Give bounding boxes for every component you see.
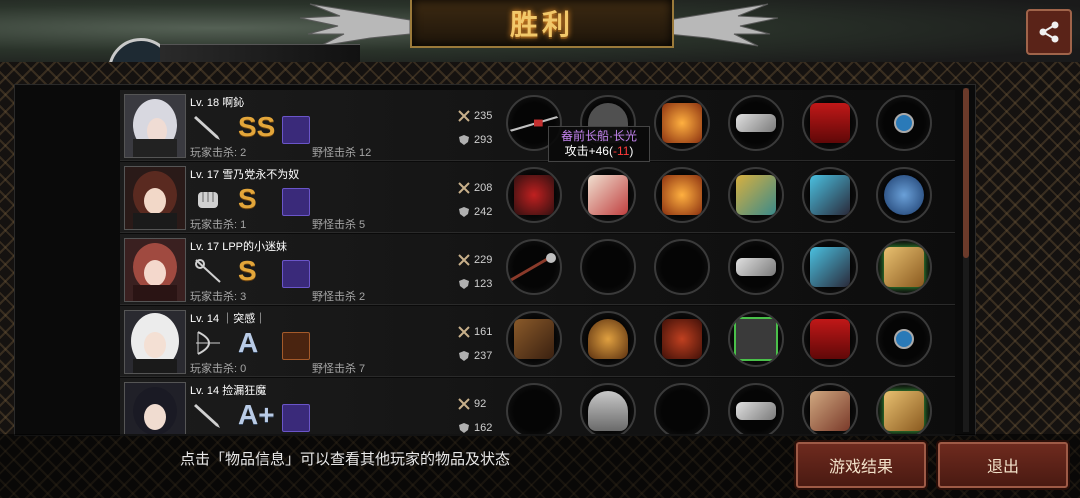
- rank-badge: A: [238, 327, 259, 358]
- item-slot-armor[interactable]: [654, 311, 710, 367]
- item-slot-weapon[interactable]: [506, 167, 562, 223]
- attack-icon: [458, 110, 470, 122]
- pet-icon: [282, 116, 310, 144]
- item-slot-helmet[interactable]: [580, 383, 636, 434]
- pet-icon: [282, 404, 310, 432]
- monster-kills: 野怪击杀 7: [312, 363, 366, 375]
- shield-icon: [459, 423, 469, 433]
- tooltip-stat: 攻击+46(-11): [564, 144, 634, 158]
- player-level-name: Lv. 17 LPP的小迷妹: [190, 241, 287, 253]
- player-row[interactable]: Lv. 14 捡漏狂魔 A+ 92 162: [120, 378, 955, 435]
- player-level-name: Lv. 14 捡漏狂魔: [190, 385, 267, 397]
- share-icon: [1039, 21, 1059, 43]
- attack-stat: 229: [458, 254, 492, 266]
- player-portrait: [124, 238, 186, 302]
- item-slot-gloves[interactable]: [728, 95, 784, 151]
- defense-stat: 123: [458, 278, 492, 290]
- player-portrait: [124, 310, 186, 374]
- sword-icon: [194, 404, 220, 428]
- share-button[interactable]: [1026, 9, 1072, 55]
- monster-kills: 野怪击杀 12: [312, 147, 372, 159]
- item-slot-accessory[interactable]: [876, 311, 932, 367]
- item-slot-chest[interactable]: [876, 239, 932, 295]
- item-tooltip: 畚前长船·长光 攻击+46(-11): [548, 126, 650, 162]
- pet-icon: [282, 332, 310, 360]
- item-slot-gloves[interactable]: [728, 167, 784, 223]
- item-slot-accessory[interactable]: [876, 95, 932, 151]
- attack-icon: [458, 182, 470, 194]
- item-slot-gloves[interactable]: [728, 311, 784, 367]
- item-slot-gloves[interactable]: [728, 239, 784, 295]
- rank-badge: S: [238, 183, 257, 214]
- item-slot-armor[interactable]: [654, 167, 710, 223]
- pet-icon: [282, 188, 310, 216]
- monster-kills: 野怪击杀 2: [312, 291, 366, 303]
- game-result-button[interactable]: 游戏结果: [796, 442, 926, 488]
- fist-icon: [198, 192, 218, 208]
- item-slot-weapon[interactable]: [506, 311, 562, 367]
- exit-button[interactable]: 退出: [938, 442, 1068, 488]
- attack-stat: 92: [458, 398, 486, 410]
- player-kills: 玩家击杀: 0: [190, 363, 247, 375]
- rapier-icon: [195, 259, 221, 283]
- item-slot-boots[interactable]: [802, 239, 858, 295]
- shield-icon: [459, 135, 469, 145]
- shield-icon: [459, 279, 469, 289]
- rank-badge: SS: [238, 111, 276, 142]
- item-slot-empty[interactable]: [580, 239, 636, 295]
- sword-icon: [194, 116, 220, 140]
- hint-text: 点击「物品信息」可以查看其他玩家的物品及状态: [180, 451, 511, 468]
- wing-decoration-right: [668, 3, 778, 47]
- player-portrait: [124, 166, 186, 230]
- attack-stat: 161: [458, 326, 492, 338]
- player-kills: 玩家击杀: 3: [190, 291, 247, 303]
- player-kills: 玩家击杀: 1: [190, 219, 247, 231]
- attack-stat: 208: [458, 182, 492, 194]
- item-slot-gloves[interactable]: [728, 383, 784, 434]
- defense-stat: 293: [458, 134, 492, 146]
- item-slot-boots[interactable]: [802, 311, 858, 367]
- player-level-name: Lv. 17 雪乃党永不为奴: [190, 169, 300, 181]
- pet-icon: [282, 260, 310, 288]
- defense-stat: 237: [458, 350, 492, 362]
- shield-icon: [459, 207, 469, 217]
- item-slot-armor[interactable]: [654, 95, 710, 151]
- item-slot-weapon[interactable]: [506, 239, 562, 295]
- attack-stat: 235: [458, 110, 492, 122]
- player-portrait: [124, 382, 186, 434]
- bow-icon: [196, 331, 220, 355]
- item-slot-boots[interactable]: [802, 95, 858, 151]
- player-kills: 玩家击杀: 2: [190, 147, 247, 159]
- page-title: 胜利: [509, 9, 574, 40]
- item-slot-empty[interactable]: [506, 383, 562, 434]
- shield-icon: [459, 351, 469, 361]
- player-portrait: [124, 94, 186, 158]
- tooltip-item-name: 畚前长船·长光: [561, 129, 637, 143]
- rank-badge: A+: [238, 399, 275, 430]
- item-slot-boots[interactable]: [802, 167, 858, 223]
- item-slot-chest[interactable]: [876, 383, 932, 434]
- monster-kills: 野怪击杀 5: [312, 219, 366, 231]
- item-slot-helmet[interactable]: [580, 167, 636, 223]
- player-level-name: Lv. 18 啊鈊: [190, 97, 245, 109]
- attack-icon: [458, 326, 470, 338]
- rank-badge: S: [238, 255, 257, 286]
- defense-stat: 242: [458, 206, 492, 218]
- victory-banner: 胜利: [410, 0, 674, 48]
- defense-stat: 162: [458, 422, 492, 434]
- item-slot-empty[interactable]: [654, 239, 710, 295]
- item-slot-empty[interactable]: [654, 383, 710, 434]
- scrollbar-thumb[interactable]: [963, 88, 969, 258]
- player-level-name: Lv. 14 ｜突感｜: [190, 313, 267, 325]
- attack-icon: [458, 254, 470, 266]
- item-slot-boots[interactable]: [802, 383, 858, 434]
- item-slot-accessory[interactable]: [876, 167, 932, 223]
- attack-icon: [458, 398, 470, 410]
- item-slot-helmet[interactable]: [580, 311, 636, 367]
